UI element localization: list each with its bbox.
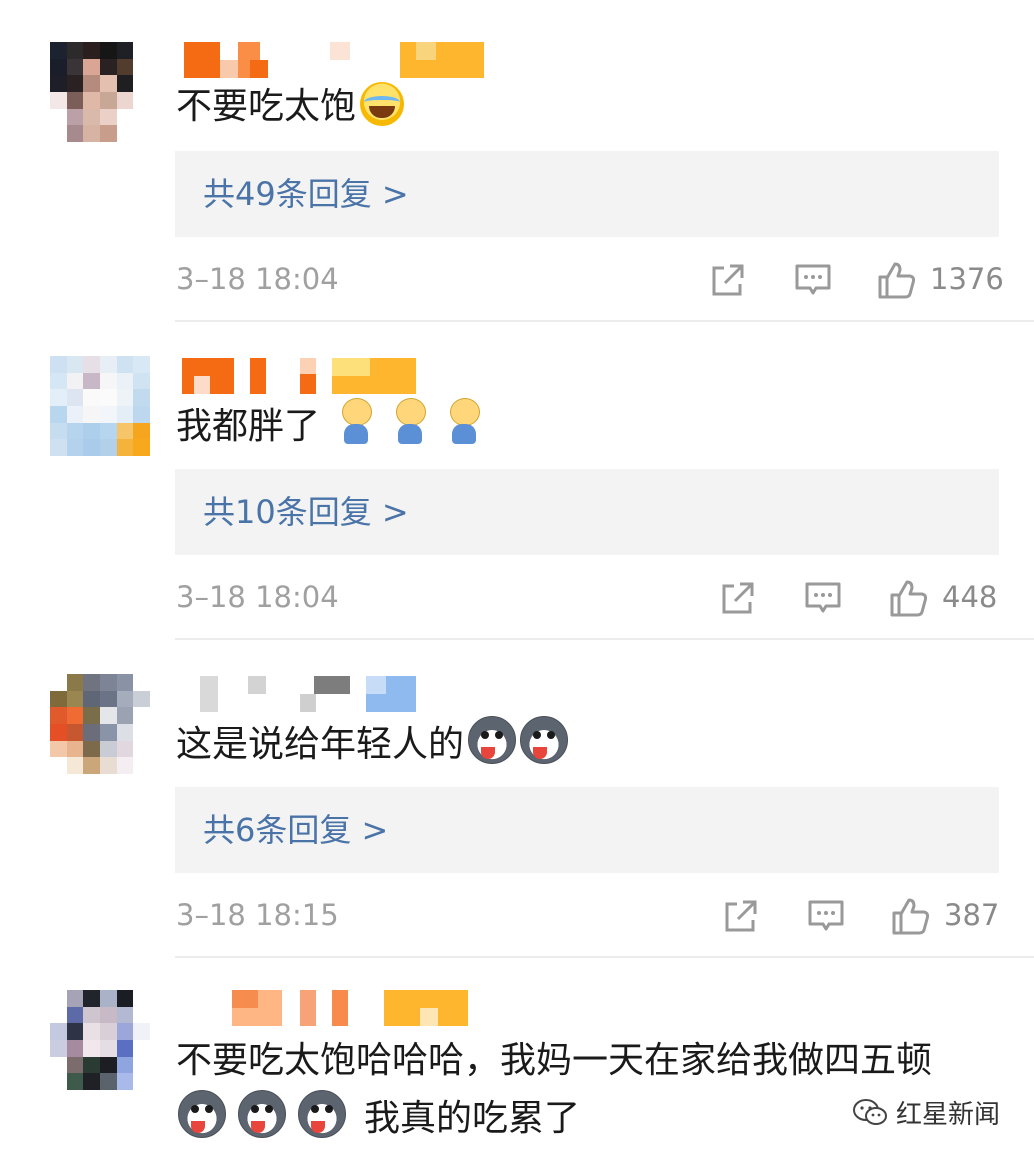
share-icon[interactable] bbox=[721, 894, 761, 938]
husky-emoji-icon bbox=[238, 1090, 286, 1138]
comment-time: 3–18 18:04 bbox=[176, 580, 339, 614]
comment-text-content: 不要吃太饱 bbox=[176, 86, 357, 127]
comment-text-content: 我都胖了 bbox=[176, 406, 321, 447]
replies-link[interactable]: 共6条回复 > bbox=[175, 787, 999, 873]
replies-label: 共49条回复 > bbox=[203, 175, 409, 213]
comment-icon[interactable] bbox=[793, 258, 833, 302]
replies-label: 共6条回复 > bbox=[203, 811, 389, 849]
replies-link[interactable]: 共49条回复 > bbox=[175, 151, 999, 237]
comment-text: 不要吃太饱 bbox=[176, 80, 405, 134]
laughing-tears-emoji-icon bbox=[360, 82, 405, 126]
avatar[interactable] bbox=[50, 674, 150, 774]
comment-time: 3–18 18:04 bbox=[176, 262, 339, 296]
avatar[interactable] bbox=[50, 42, 150, 142]
divider bbox=[175, 638, 1034, 640]
username[interactable] bbox=[180, 990, 500, 1026]
avatar[interactable] bbox=[50, 990, 150, 1090]
baby-emoji-icon bbox=[392, 398, 428, 446]
husky-emoji-icon bbox=[520, 716, 569, 764]
comment-text: 我都胖了 bbox=[176, 398, 482, 454]
baby-emoji-icon bbox=[446, 398, 482, 446]
like-count: 387 bbox=[944, 898, 1000, 932]
share-icon[interactable] bbox=[718, 576, 758, 620]
divider bbox=[175, 320, 1034, 322]
husky-emoji-icon bbox=[298, 1090, 346, 1138]
comment-meta: 3–18 18:15 387 bbox=[176, 894, 1000, 938]
comment-text-content: 不要吃太饱哈哈哈，我妈一天在家给我做四五顿 bbox=[176, 1040, 933, 1081]
divider bbox=[175, 956, 1034, 958]
husky-emoji-icon bbox=[468, 716, 517, 764]
like-count: 1376 bbox=[930, 262, 1004, 296]
share-icon[interactable] bbox=[708, 258, 748, 302]
comment-meta: 3–18 18:04 448 bbox=[176, 576, 998, 620]
comment-text-content: 这是说给年轻人的 bbox=[176, 724, 465, 765]
baby-emoji-icon bbox=[338, 398, 374, 446]
husky-emoji-icon bbox=[178, 1090, 226, 1138]
like-icon[interactable] bbox=[876, 258, 918, 302]
watermark-text: 红星新闻 bbox=[895, 1100, 1000, 1130]
avatar[interactable] bbox=[50, 356, 150, 456]
wechat-icon bbox=[852, 1098, 887, 1125]
like-icon[interactable] bbox=[890, 894, 932, 938]
like-count: 448 bbox=[942, 580, 998, 614]
like-icon[interactable] bbox=[888, 576, 930, 620]
comment-time: 3–18 18:15 bbox=[176, 898, 339, 932]
comment-text-content: 我真的吃累了 bbox=[364, 1098, 581, 1139]
username[interactable] bbox=[180, 42, 500, 78]
comment-text: 这是说给年轻人的 bbox=[176, 716, 569, 772]
comment-text-line2: 我真的吃累了 bbox=[176, 1090, 580, 1146]
username[interactable] bbox=[180, 358, 500, 394]
comment-text-line1: 不要吃太饱哈哈哈，我妈一天在家给我做四五顿 bbox=[176, 1034, 932, 1088]
comment-meta: 3–18 18:04 1376 bbox=[176, 258, 1004, 302]
replies-label: 共10条回复 > bbox=[203, 493, 409, 531]
username[interactable] bbox=[180, 676, 500, 712]
watermark: 红星新闻 bbox=[852, 1094, 1000, 1131]
comment-icon[interactable] bbox=[803, 576, 843, 620]
comment-icon[interactable] bbox=[806, 894, 846, 938]
replies-link[interactable]: 共10条回复 > bbox=[175, 469, 999, 555]
